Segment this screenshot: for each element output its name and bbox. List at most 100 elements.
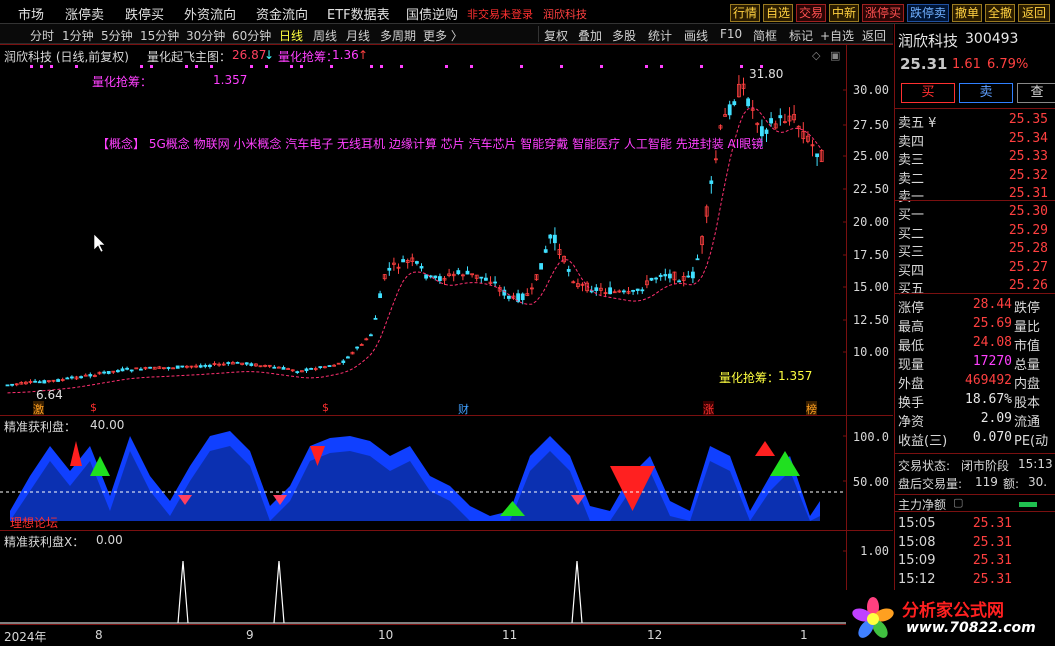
pane-maximize-icon[interactable]: ▣ [830, 49, 840, 62]
period-15min[interactable]: 15分钟 [140, 27, 179, 44]
menu-limit-up-sell[interactable]: 涨停卖 [65, 4, 104, 23]
tool-overlay[interactable]: 叠加 [578, 27, 602, 44]
signal-value: 1.36 [332, 48, 359, 62]
sub2-value: 0.00 [96, 533, 123, 547]
profit-red-area [70, 441, 82, 466]
cancel-order-button[interactable]: 撤单 [952, 4, 982, 22]
period-weekly[interactable]: 周线 [313, 27, 337, 44]
tick-price: 25.31 [972, 571, 1012, 587]
candle-body [520, 293, 525, 301]
tool-draw[interactable]: 画线 [684, 27, 708, 44]
ask-level-row[interactable]: 卖四 25.34 [895, 131, 1055, 150]
ask-price: 25.32 [1008, 167, 1048, 183]
main-flow-row[interactable]: 主力净额 ▢ [895, 494, 1055, 512]
menu-repo[interactable]: 国债逆购 [406, 4, 458, 23]
sell-button[interactable]: 卖 [959, 83, 1013, 103]
tool-back[interactable]: 返回 [862, 27, 886, 44]
tick-price: 25.31 [972, 553, 1012, 568]
period-60min[interactable]: 60分钟 [232, 27, 271, 44]
ask-level-row[interactable]: 卖一 25.31 [895, 186, 1055, 205]
period-daily[interactable]: 日线 [279, 27, 303, 44]
main-flow-toggle-icon[interactable]: ▢ [953, 496, 963, 509]
profit-chip-chart[interactable]: 精准获利盘： 40.00 理想论坛 100.0 50.00 [0, 415, 893, 531]
trade-button[interactable]: 交易 [796, 4, 826, 22]
profit-chip-x-chart[interactable]: 精准获利盘X： 0.00 1.00 [0, 530, 893, 625]
back-button[interactable]: 返回 [1018, 4, 1050, 22]
tool-f10[interactable]: F10 [720, 27, 742, 41]
period-5min[interactable]: 5分钟 [101, 27, 133, 44]
limit-down-sell-button[interactable]: 跌停卖 [907, 4, 949, 22]
price-change-pct: 6.79% [987, 57, 1029, 72]
candle-body [244, 362, 249, 365]
signal-label: 量化抢筹： [278, 50, 339, 64]
chart-stock-title: 润欣科技 (日线,前复权) [4, 50, 129, 64]
limit-up-buy-button[interactable]: 涨停买 [862, 4, 904, 22]
stat-label-2: 量比 [1014, 320, 1041, 335]
bid-level-row[interactable]: 买三 25.28 [895, 241, 1055, 260]
quote-button[interactable]: 行情 [730, 4, 760, 22]
bid-level-label: 买一 [898, 208, 925, 223]
tick-row: 15:12 25.31 [895, 572, 1055, 590]
ask-price: 25.31 [1008, 186, 1048, 201]
candle-body [631, 289, 635, 292]
candlestick-chart[interactable]: 润欣科技 (日线,前复权) 量化起飞主图： 26.87 ↓ 量化抢筹： 1.36… [0, 44, 893, 417]
bid-level-row[interactable]: 买二 25.29 [895, 223, 1055, 242]
y-tick: 20.00 [852, 215, 889, 229]
tool-adjust[interactable]: 复权 [544, 27, 568, 44]
menu-capital-flow[interactable]: 资金流向 [256, 4, 308, 23]
tool-mark[interactable]: 标记 [789, 27, 813, 44]
candle-body [401, 259, 406, 263]
stat-label-2: 市值 [1014, 339, 1041, 354]
menu-foreign-flow[interactable]: 外资流向 [184, 4, 236, 23]
period-more[interactable]: 更多 〉 [423, 27, 463, 44]
sub1-y-tick: 50.00 [852, 475, 889, 489]
candle-body [37, 381, 42, 384]
sub-signal-label: 量化抢筹： [92, 75, 153, 89]
tool-add-watch[interactable]: +自选 [820, 27, 854, 44]
stat-row: 换手 18.67% 股本 [895, 392, 1055, 411]
stat-value: 2.09 [980, 411, 1012, 426]
cancel-all-button[interactable]: 全撤 [985, 4, 1015, 22]
event-marker[interactable]: $ [322, 401, 329, 414]
period-multi[interactable]: 多周期 [380, 27, 416, 44]
sub-signal-value: 1.357 [213, 73, 248, 87]
tick-row: 15:08 25.31 [895, 535, 1055, 553]
bid-level-row[interactable]: 买四 25.27 [895, 260, 1055, 279]
period-tick[interactable]: 分时 [30, 27, 54, 44]
bid-level-row[interactable]: 买一 25.30 [895, 204, 1055, 223]
stat-value: 18.67% [965, 392, 1012, 407]
candle-body [318, 366, 323, 368]
candle-body [207, 364, 212, 367]
period-30min[interactable]: 30分钟 [186, 27, 225, 44]
candle-body [226, 362, 231, 364]
candle-body [553, 234, 557, 244]
candle-body [663, 274, 668, 277]
event-marker[interactable]: $ [90, 401, 97, 414]
tool-multi-stock[interactable]: 多股 [612, 27, 636, 44]
query-button[interactable]: 查 [1017, 83, 1055, 103]
candle-body [79, 376, 83, 379]
period-monthly[interactable]: 月线 [346, 27, 370, 44]
period-1min[interactable]: 1分钟 [62, 27, 94, 44]
y-tick: 27.50 [852, 118, 889, 132]
candle-body [70, 376, 74, 379]
watchlist-button[interactable]: 自选 [763, 4, 793, 22]
menu-etf-table[interactable]: ETF数据表 [327, 4, 390, 23]
pane-collapse-icon[interactable]: ◇ [812, 49, 820, 62]
candle-body [424, 274, 429, 279]
tool-simple-frame[interactable]: 简框 [753, 27, 777, 44]
ask-level-row[interactable]: 卖二 25.32 [895, 167, 1055, 187]
menu-market[interactable]: 市场 [18, 4, 44, 23]
ipo-button[interactable]: 中新 [829, 4, 859, 22]
buy-button[interactable]: 买 [901, 83, 955, 103]
trade-status-label: 交易状态: [898, 459, 951, 473]
ask-level-row[interactable]: 卖三 25.33 [895, 149, 1055, 168]
menu-limit-down-buy[interactable]: 跌停买 [125, 4, 164, 23]
bottom-signal-label: 量化抢筹： [719, 371, 780, 385]
quote-panel: 润欣科技 300493 25.31 1.61 6.79% 买 卖 查 卖五 ¥ 2… [894, 24, 1055, 646]
tool-stats[interactable]: 统计 [648, 27, 672, 44]
y-tick: 15.00 [852, 280, 889, 294]
candle-body [654, 277, 658, 280]
ask-level-row[interactable]: 卖五 ¥ 25.35 [895, 112, 1055, 131]
candle-body [483, 277, 488, 281]
